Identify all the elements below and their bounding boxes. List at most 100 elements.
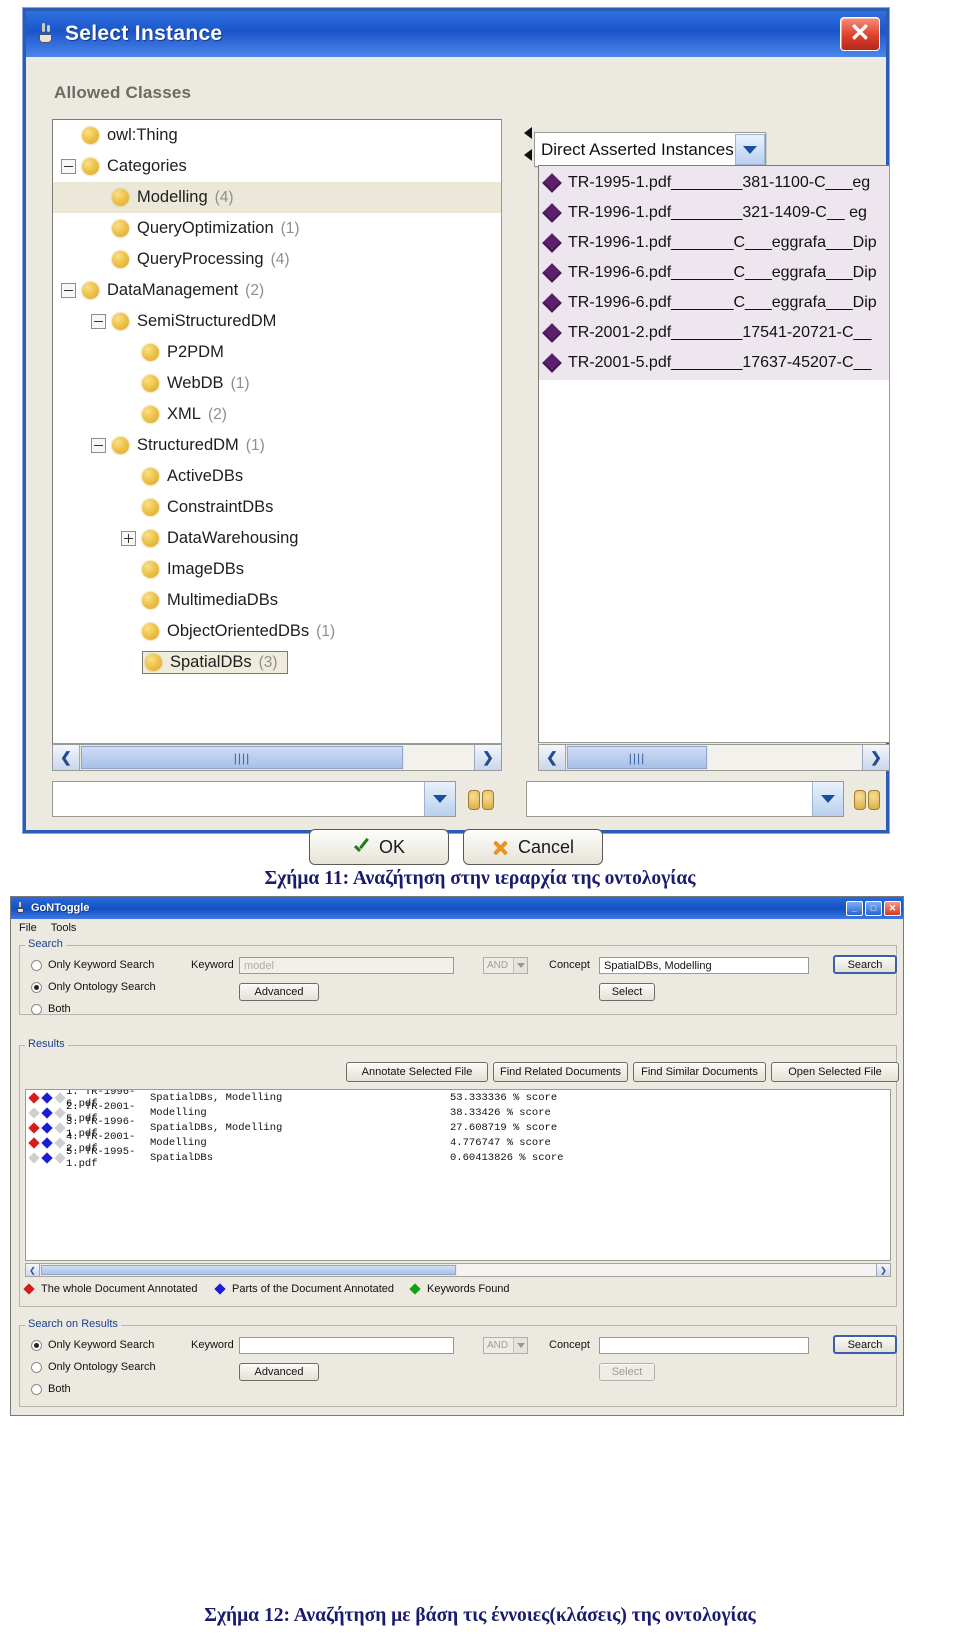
radio-icon[interactable]	[31, 959, 42, 971]
tree-item[interactable]: WebDB (1)	[53, 368, 501, 399]
sor-operator-combo[interactable]: AND	[483, 1337, 528, 1354]
instance-row[interactable]: TR-1996-1.pdf ________321-1409-C__ eg	[539, 198, 889, 228]
tree-item[interactable]: SemiStructuredDM	[53, 306, 501, 337]
scroll-left-icon[interactable]: ❮	[26, 1264, 40, 1276]
sor-keyword-input[interactable]	[239, 1337, 454, 1354]
results-hscroll-track[interactable]	[457, 1264, 876, 1276]
tree-item[interactable]: Categories	[53, 151, 501, 182]
radio-only-keyword-search[interactable]: Only Keyword Search	[31, 957, 154, 973]
menu-tools[interactable]: Tools	[51, 922, 77, 934]
tree-item[interactable]: ImageDBs	[53, 554, 501, 585]
list-find-icon[interactable]	[854, 786, 884, 812]
sor-radio-only-keyword-search[interactable]: Only Keyword Search	[31, 1337, 154, 1353]
collapse-icon[interactable]	[91, 314, 106, 329]
sor-radio-both[interactable]: Both	[31, 1381, 71, 1397]
expand-icon[interactable]	[121, 531, 136, 546]
operator-combo[interactable]: AND	[483, 957, 528, 974]
results-hscroll-thumb[interactable]	[41, 1265, 456, 1275]
concept-input[interactable]: SpatialDBs, Modelling	[599, 957, 809, 974]
list-search-combo[interactable]	[526, 781, 844, 817]
result-row[interactable]: 5. TR-1995-1.pdf SpatialDBs 0.60413826 % s…	[26, 1146, 890, 1170]
radio-only-ontology-search[interactable]: Only Ontology Search	[31, 979, 156, 995]
tree-item[interactable]: DataWarehousing	[53, 523, 501, 554]
chevron-down-icon[interactable]	[513, 958, 527, 973]
result-row[interactable]: 1. TR-1996-6.pdf SpatialDBs, Modelling 53.…	[26, 1090, 890, 1110]
tree-item[interactable]: QueryProcessing (4)	[53, 244, 501, 275]
tree-hscroll-thumb[interactable]: ||||	[81, 746, 403, 769]
tree-item[interactable]: QueryOptimization (1)	[53, 213, 501, 244]
search-button[interactable]: Search	[833, 955, 897, 974]
minimize-icon[interactable]: _	[846, 900, 863, 916]
radio-icon[interactable]	[31, 1361, 42, 1373]
chevron-down-icon[interactable]	[735, 134, 765, 165]
sor-radio-only-ontology-search[interactable]: Only Ontology Search	[31, 1359, 156, 1375]
tree-hscrollbar[interactable]: ❮ |||| ❯	[52, 744, 502, 771]
scroll-left-icon[interactable]: ❮	[539, 745, 566, 770]
sor-advanced-button[interactable]: Advanced	[239, 1363, 319, 1381]
chevron-down-icon[interactable]	[812, 782, 843, 816]
tree-search-combo[interactable]	[52, 781, 456, 817]
cancel-button[interactable]: Cancel	[463, 829, 603, 865]
advanced-button[interactable]: Advanced	[239, 983, 319, 1001]
scroll-right-icon[interactable]: ❯	[474, 745, 501, 770]
find-related-documents-button[interactable]: Find Related Documents	[493, 1062, 628, 1082]
ok-button[interactable]: OK	[309, 829, 449, 865]
radio-icon[interactable]	[31, 1339, 42, 1351]
sor-search-button[interactable]: Search	[833, 1335, 897, 1354]
instances-type-combo[interactable]: Direct Asserted Instances	[534, 132, 766, 167]
tree-item[interactable]: ObjectOrientedDBs (1)	[53, 616, 501, 647]
maximize-icon[interactable]: □	[865, 900, 882, 916]
tree-item[interactable]: owl:Thing	[53, 120, 501, 151]
instance-row[interactable]: TR-2001-2.pdf ________17541-20721-C__	[539, 318, 889, 348]
instance-row[interactable]: TR-2001-5.pdf ________17637-45207-C__	[539, 348, 889, 378]
chevron-down-icon[interactable]	[424, 782, 455, 816]
radio-icon[interactable]	[31, 1003, 42, 1015]
scroll-right-icon[interactable]: ❯	[876, 1264, 890, 1276]
scroll-left-icon[interactable]: ❮	[53, 745, 80, 770]
collapse-icon[interactable]	[61, 159, 76, 174]
select-button[interactable]: Select	[599, 983, 655, 1001]
tree-item[interactable]: ConstraintDBs	[53, 492, 501, 523]
result-row[interactable]: 2. TR-2001-5.pdf Modelling 38.33426 % scor…	[26, 1101, 890, 1125]
sor-concept-input[interactable]	[599, 1337, 809, 1354]
list-hscrollbar[interactable]: ❮ |||| ❯	[538, 744, 890, 771]
tree-find-icon[interactable]	[468, 786, 498, 812]
radio-both[interactable]: Both	[31, 1001, 71, 1017]
sor-concept-label: Concept	[549, 1339, 590, 1351]
instances-list[interactable]: TR-1995-1.pdf ________381-1100-C___eg TR-1…	[538, 165, 890, 743]
scroll-right-icon[interactable]: ❯	[862, 745, 889, 770]
find-similar-documents-button[interactable]: Find Similar Documents	[633, 1062, 766, 1082]
instance-row[interactable]: TR-1996-6.pdf _______C___eggrafa___Dip	[539, 258, 889, 288]
list-hscroll-track[interactable]	[708, 745, 862, 770]
results-hscrollbar[interactable]: ❮ ❯	[25, 1263, 891, 1277]
sor-select-button[interactable]: Select	[599, 1363, 655, 1381]
tree-item[interactable]: Modelling (4)	[53, 182, 501, 213]
result-row[interactable]: 3. TR-1996-1.pdf SpatialDBs, Modelling 27.…	[26, 1116, 890, 1140]
tree-item[interactable]: DataManagement (2)	[53, 275, 501, 306]
collapse-icon[interactable]	[61, 283, 76, 298]
menu-file[interactable]: File	[19, 922, 37, 934]
list-hscroll-thumb[interactable]: ||||	[567, 746, 707, 769]
instance-row[interactable]: TR-1996-6.pdf _______C___eggrafa___Dip	[539, 288, 889, 318]
allowed-classes-tree[interactable]: owl:Thing Categories Modelling (4) QueryOpti…	[52, 119, 502, 744]
tree-item[interactable]: StructuredDM (1)	[53, 430, 501, 461]
close-icon[interactable]: ✕	[884, 900, 901, 916]
tree-item[interactable]: SpatialDBs (3)	[53, 647, 501, 678]
tree-item[interactable]: ActiveDBs	[53, 461, 501, 492]
open-selected-file-button[interactable]: Open Selected File	[771, 1062, 899, 1082]
chevron-down-icon[interactable]	[513, 1338, 527, 1353]
collapse-icon[interactable]	[91, 438, 106, 453]
results-list[interactable]: 1. TR-1996-6.pdf SpatialDBs, Modelling 53.…	[25, 1089, 891, 1261]
instance-row[interactable]: TR-1996-1.pdf _______C___eggrafa___Dip	[539, 228, 889, 258]
instance-row[interactable]: TR-1995-1.pdf ________381-1100-C___eg	[539, 168, 889, 198]
tree-item[interactable]: XML (2)	[53, 399, 501, 430]
radio-icon[interactable]	[31, 981, 42, 993]
tree-item[interactable]: P2PDM	[53, 337, 501, 368]
result-row[interactable]: 4. TR-2001-2.pdf Modelling 4.776747 % scor…	[26, 1131, 890, 1155]
close-icon[interactable]: ✕	[840, 17, 880, 51]
radio-icon[interactable]	[31, 1383, 42, 1395]
annotate-selected-file-button[interactable]: Annotate Selected File	[346, 1062, 488, 1082]
tree-hscroll-track[interactable]	[404, 745, 474, 770]
keyword-input[interactable]: model	[239, 957, 454, 974]
tree-item[interactable]: MultimediaDBs	[53, 585, 501, 616]
